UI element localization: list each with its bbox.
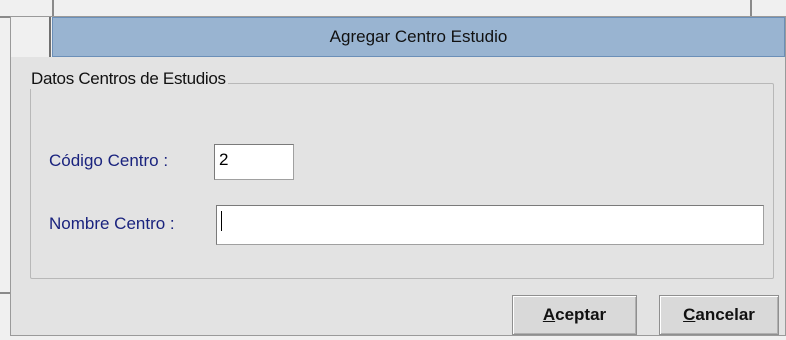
nombre-centro-input[interactable] — [216, 205, 764, 245]
text-caret — [221, 210, 222, 231]
background-grid-line — [0, 292, 10, 294]
study-center-groupbox — [30, 83, 774, 279]
background-grid-line — [750, 0, 752, 16]
background-grid-line — [0, 16, 10, 18]
add-study-center-dialog: Agregar Centro Estudio Datos Centros de … — [10, 16, 786, 336]
codigo-centro-input[interactable]: 2 — [214, 144, 294, 180]
dialog-title: Agregar Centro Estudio — [52, 17, 785, 57]
cancelar-label: ancelar — [695, 305, 755, 324]
aceptar-label: ceptar — [555, 305, 607, 324]
nombre-centro-label: Nombre Centro : — [49, 214, 175, 233]
cancelar-button[interactable]: Cancelar — [659, 295, 779, 335]
cancelar-mnemonic: C — [683, 305, 696, 324]
codigo-centro-label: Código Centro : — [49, 151, 169, 170]
aceptar-mnemonic: A — [542, 305, 556, 324]
dialog-titlebar[interactable]: Agregar Centro Estudio — [11, 17, 785, 57]
groupbox-legend: Datos Centros de Estudios — [29, 69, 228, 89]
codigo-centro-value: 2 — [219, 150, 229, 169]
dialog-body: Datos Centros de Estudios Código Centro … — [11, 57, 785, 335]
background-grid-line — [52, 0, 54, 16]
titlebar-system-box — [11, 17, 51, 57]
aceptar-button[interactable]: Aceptar — [512, 295, 637, 335]
